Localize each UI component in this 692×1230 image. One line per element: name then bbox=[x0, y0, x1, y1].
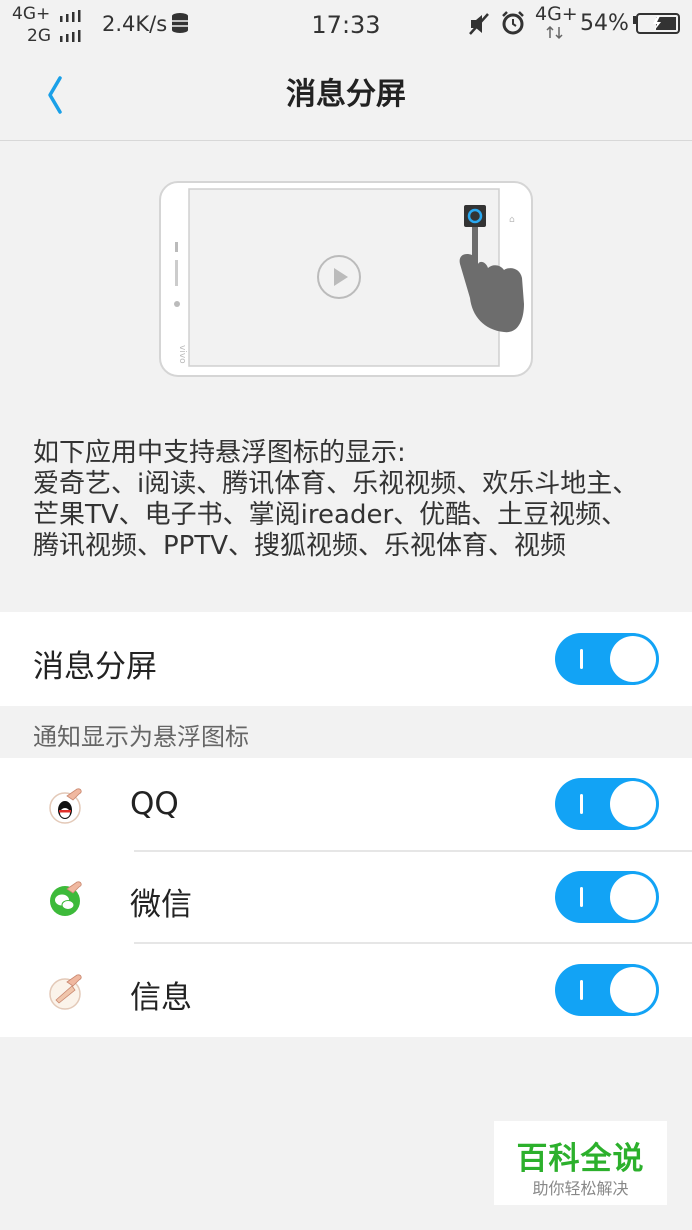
description-line: 芒果TV、电子书、掌阅ireader、优酷、土豆视频、 bbox=[33, 500, 628, 530]
signal-type-right: 4G+ bbox=[535, 3, 578, 25]
data-arrows-icon bbox=[546, 26, 563, 40]
toggle-knob bbox=[610, 781, 656, 827]
toggle-knob bbox=[610, 636, 656, 682]
wechat-icon bbox=[50, 881, 82, 916]
supported-apps-description: 如下应用中支持悬浮图标的显示: 爱奇艺、i阅读、腾讯体育、乐视视频、欢乐斗地主、… bbox=[33, 438, 673, 562]
description-heading: 如下应用中支持悬浮图标的显示: bbox=[33, 438, 406, 468]
wechat-toggle[interactable] bbox=[555, 871, 659, 923]
app-row-qq[interactable]: QQ bbox=[0, 758, 692, 850]
watermark-subtitle: 助你轻松解决 bbox=[532, 1179, 629, 1198]
toggle-on-mark bbox=[580, 649, 583, 669]
toggle-knob bbox=[610, 874, 656, 920]
message-split-toggle[interactable] bbox=[555, 633, 659, 685]
alarm-icon bbox=[502, 11, 524, 35]
toggle-knob bbox=[610, 967, 656, 1013]
app-label-messages: 信息 bbox=[130, 980, 192, 1016]
page-title: 消息分屏 bbox=[286, 77, 406, 112]
app-list: QQ 微信 信息 bbox=[0, 758, 692, 1037]
watermark-logo: 百科全说 助你轻松解决 bbox=[494, 1121, 667, 1205]
app-label-qq: QQ bbox=[130, 786, 179, 822]
app-label-wechat: 微信 bbox=[130, 887, 192, 923]
svg-text:⌂: ⌂ bbox=[509, 215, 515, 225]
svg-text:vivo: vivo bbox=[177, 345, 187, 364]
description-line: 爱奇艺、i阅读、腾讯体育、乐视视频、欢乐斗地主、 bbox=[33, 469, 639, 499]
message-split-label: 消息分屏 bbox=[33, 649, 157, 685]
toggle-on-mark bbox=[580, 794, 583, 814]
section-header: 通知显示为悬浮图标 bbox=[33, 723, 249, 751]
app-row-messages[interactable]: 信息 bbox=[0, 944, 692, 1037]
mute-icon bbox=[469, 13, 489, 35]
watermark-title: 百科全说 bbox=[516, 1141, 645, 1177]
header: 消息分屏 bbox=[0, 50, 692, 141]
qq-toggle[interactable] bbox=[555, 778, 659, 830]
messages-toggle[interactable] bbox=[555, 964, 659, 1016]
phone-illustration: vivo ⌂ bbox=[159, 181, 533, 377]
battery-icon bbox=[633, 13, 680, 34]
toggle-on-mark bbox=[580, 980, 583, 1000]
toggle-on-mark bbox=[580, 887, 583, 907]
qq-icon bbox=[49, 788, 82, 824]
app-row-wechat[interactable]: 微信 bbox=[0, 852, 692, 943]
description-line: 腾讯视频、PPTV、搜狐视频、乐视体育、视频 bbox=[33, 531, 567, 561]
message-split-row[interactable]: 消息分屏 bbox=[0, 612, 692, 706]
message-icon bbox=[49, 974, 82, 1010]
battery-percent: 54% bbox=[580, 11, 629, 36]
status-bar: 4G+ 2G 2.4K/s 17:33 4G+ 54% bbox=[0, 0, 692, 50]
